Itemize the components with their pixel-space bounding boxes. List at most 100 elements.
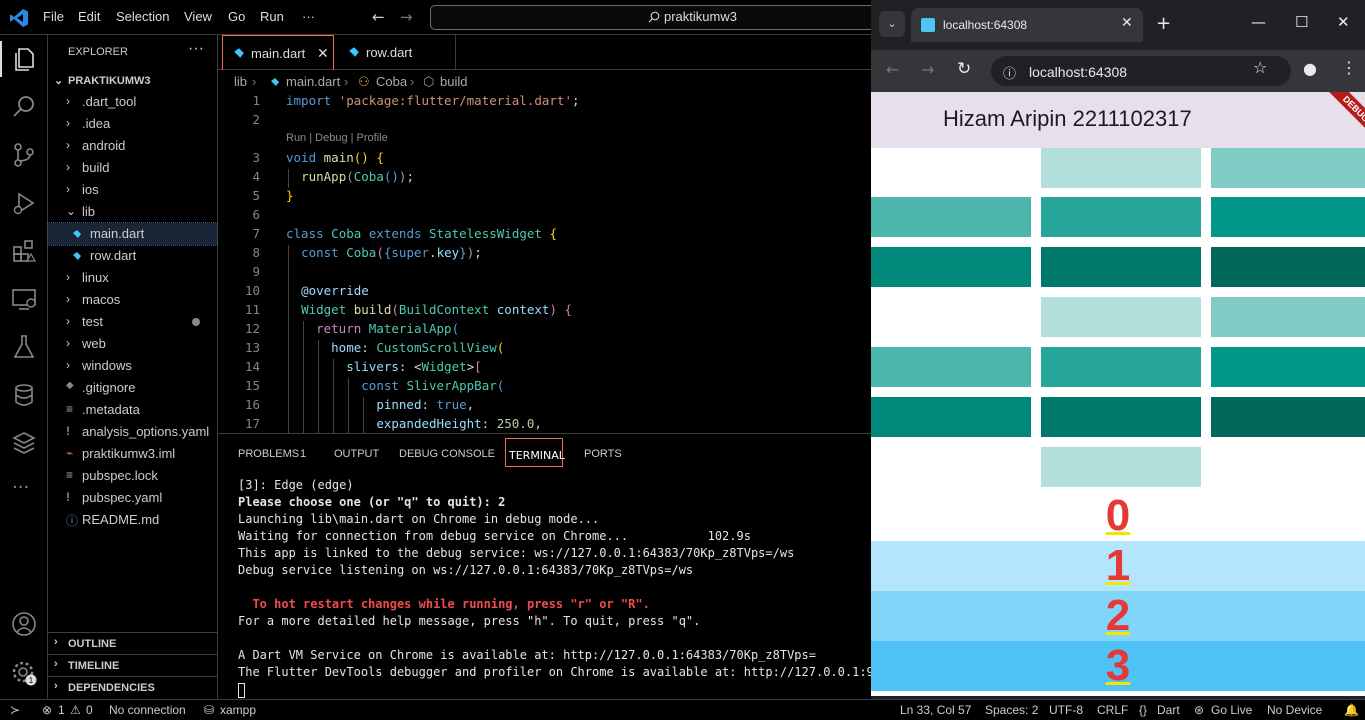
- site-info-icon[interactable]: ⓘ: [1003, 63, 1016, 82]
- settings-gear-icon[interactable]: 1: [10, 659, 38, 687]
- tree-item-ios[interactable]: › ios: [48, 179, 217, 201]
- profile-icon[interactable]: ●: [1303, 59, 1317, 78]
- browser-toolbar: ← → ↻ ⓘ localhost:64308 ☆ ● ⋮: [871, 50, 1365, 92]
- account-icon[interactable]: [10, 610, 38, 638]
- menu-go[interactable]: Go: [228, 9, 245, 24]
- tree-item-test[interactable]: › test: [48, 311, 217, 333]
- go-live-button[interactable]: Go Live: [1211, 703, 1252, 717]
- tab-ports[interactable]: PORTS: [584, 448, 622, 460]
- device-selector[interactable]: No Device: [1267, 703, 1322, 717]
- tree-item-row-dart[interactable]: row.dart: [48, 245, 217, 267]
- address-bar[interactable]: ⓘ localhost:64308: [991, 56, 1291, 86]
- menu-selection[interactable]: Selection: [116, 9, 169, 24]
- extensions-icon[interactable]: [10, 237, 38, 265]
- forward-arrow-icon[interactable]: →: [400, 8, 413, 26]
- error-count[interactable]: 1: [58, 703, 65, 717]
- more-actions-icon[interactable]: ···: [188, 40, 204, 58]
- tree-item-pubspec-yaml[interactable]: ! pubspec.yaml: [48, 487, 217, 509]
- tree-item-pubspec-lock[interactable]: ≡ pubspec.lock: [48, 465, 217, 487]
- run-debug-icon[interactable]: [10, 189, 38, 217]
- layers-icon[interactable]: [10, 429, 38, 457]
- maximize-icon[interactable]: ☐: [1295, 13, 1308, 31]
- browser-tab[interactable]: localhost:64308 ✕: [911, 8, 1143, 42]
- dependencies-panel-header[interactable]: › DEPENDENCIES: [48, 676, 217, 698]
- encoding[interactable]: UTF-8: [1049, 703, 1083, 717]
- line-number: 12: [244, 321, 260, 336]
- breadcrumb-item[interactable]: main.dart: [286, 74, 340, 89]
- tab-main-dart[interactable]: main.dart ✕: [222, 35, 334, 70]
- command-center[interactable]: [430, 5, 890, 30]
- codelens-run-debug[interactable]: Run | Debug | Profile: [286, 132, 388, 144]
- breadcrumb-item[interactable]: build: [440, 74, 467, 89]
- dart-file-icon: [73, 230, 81, 238]
- minimize-icon[interactable]: —: [1251, 13, 1266, 31]
- page-viewport[interactable]: Hizam Aripin 2211102317 DEBUG 0 1 2 3: [871, 92, 1365, 696]
- outline-panel-header[interactable]: › OUTLINE: [48, 632, 217, 654]
- list-item: 1: [871, 541, 1365, 591]
- tree-item-readme[interactable]: ⓘ README.md: [48, 509, 217, 531]
- tab-debug-console[interactable]: DEBUG CONSOLE: [399, 448, 495, 460]
- reload-icon[interactable]: ↻: [957, 59, 971, 79]
- tree-item-lib[interactable]: ⌄ lib: [48, 201, 217, 223]
- tree-item-macos[interactable]: › macos: [48, 289, 217, 311]
- menu-run[interactable]: Run: [260, 9, 284, 24]
- database-icon[interactable]: [10, 381, 38, 409]
- close-icon[interactable]: ✕: [317, 45, 329, 62]
- tab-output[interactable]: OUTPUT: [334, 448, 379, 460]
- breadcrumb-item[interactable]: Coba: [376, 74, 407, 89]
- tab-search-chevron-icon[interactable]: ⌄: [879, 11, 905, 37]
- code-line: import 'package:flutter/material.dart';: [286, 93, 580, 108]
- back-arrow-icon[interactable]: ←: [886, 60, 899, 79]
- menu-edit[interactable]: Edit: [78, 9, 100, 24]
- tree-item-gitignore[interactable]: ◆ .gitignore: [48, 377, 217, 399]
- chevron-right-icon: ›: [54, 658, 58, 670]
- code-editor[interactable]: 1 2 3 4 5 6 7 8 9 10 11 12 13 14 15 16 1…: [218, 91, 871, 435]
- indentation[interactable]: Spaces: 2: [985, 703, 1038, 717]
- xampp-status[interactable]: xampp: [220, 703, 256, 717]
- tab-row-dart[interactable]: row.dart: [338, 35, 456, 70]
- close-window-icon[interactable]: ✕: [1337, 13, 1350, 31]
- tree-item-main-dart[interactable]: main.dart: [47, 222, 218, 246]
- menu-view[interactable]: View: [184, 9, 212, 24]
- source-control-icon[interactable]: [10, 141, 38, 169]
- tree-item-analysis-options[interactable]: ! analysis_options.yaml: [48, 421, 217, 443]
- tree-item-linux[interactable]: › linux: [48, 267, 217, 289]
- tree-item-android[interactable]: › android: [48, 135, 217, 157]
- grid-cell: [1211, 397, 1365, 437]
- tree-item-dart-tool[interactable]: › .dart_tool: [48, 91, 217, 113]
- tree-item-web[interactable]: › web: [48, 333, 217, 355]
- remote-explorer-icon[interactable]: [10, 285, 38, 313]
- tree-item-metadata[interactable]: ≡ .metadata: [48, 399, 217, 421]
- tab-problems[interactable]: PROBLEMS: [238, 448, 299, 460]
- tree-item-label: analysis_options.yaml: [82, 424, 210, 439]
- back-arrow-icon[interactable]: ←: [372, 8, 385, 26]
- search-icon[interactable]: [10, 93, 38, 121]
- menu-kebab-icon[interactable]: ⋮: [1341, 58, 1357, 77]
- tree-item-idea[interactable]: › .idea: [48, 113, 217, 135]
- connection-status[interactable]: No connection: [109, 703, 186, 717]
- testing-flask-icon[interactable]: [10, 333, 38, 361]
- tree-item-build[interactable]: › build: [48, 157, 217, 179]
- tree-item-windows[interactable]: › windows: [48, 355, 217, 377]
- language-mode[interactable]: Dart: [1157, 703, 1180, 717]
- tab-terminal[interactable]: TERMINAL: [505, 438, 565, 467]
- cursor-position[interactable]: Ln 33, Col 57: [900, 703, 971, 717]
- tree-item-iml[interactable]: ⌁ praktikumw3.iml: [48, 443, 217, 465]
- menu-more[interactable]: ···: [302, 9, 315, 24]
- line-ending[interactable]: CRLF: [1097, 703, 1128, 717]
- forward-arrow-icon[interactable]: →: [921, 60, 934, 79]
- bookmark-star-icon[interactable]: ☆: [1253, 58, 1267, 77]
- line-number: 13: [244, 340, 260, 355]
- menu-file[interactable]: File: [43, 9, 64, 24]
- project-folder-header[interactable]: ⌄ PRAKTIKUMW3: [48, 71, 218, 91]
- explorer-icon[interactable]: [10, 45, 38, 73]
- code-line: }: [286, 188, 294, 203]
- new-tab-plus-icon[interactable]: +: [1156, 13, 1171, 34]
- close-icon[interactable]: ✕: [1121, 15, 1133, 31]
- more-icon[interactable]: ···: [12, 477, 29, 498]
- timeline-panel-header[interactable]: › TIMELINE: [48, 654, 217, 676]
- notifications-bell-icon[interactable]: 🔔: [1344, 703, 1359, 717]
- remote-icon[interactable]: ≻: [10, 703, 20, 717]
- warning-count[interactable]: 0: [86, 703, 93, 717]
- breadcrumb-item[interactable]: lib: [234, 74, 247, 89]
